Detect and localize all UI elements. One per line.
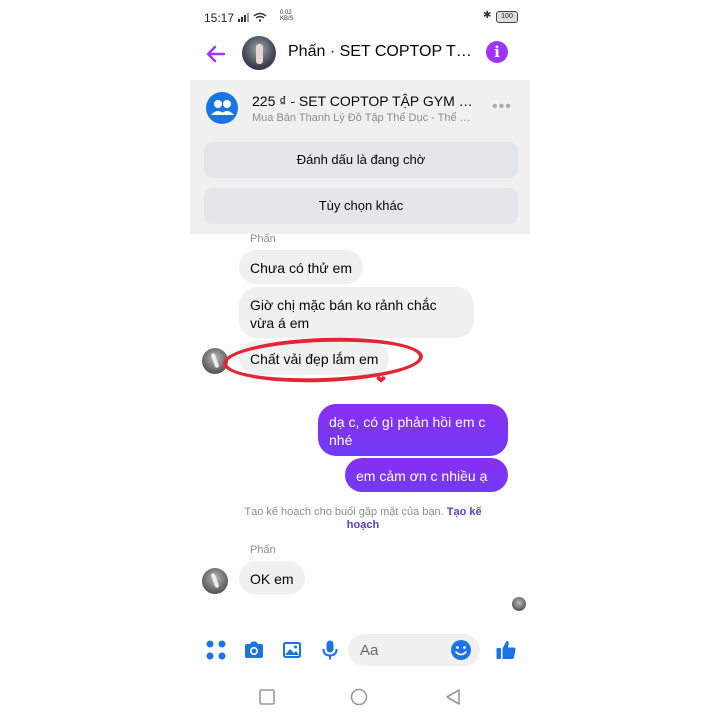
message-composer: [190, 630, 530, 670]
group-icon: [206, 92, 238, 124]
sent-message-bubble[interactable]: dạ c, có gì phản hồi em c nhé: [318, 404, 508, 456]
battery-indicator: 100: [496, 11, 518, 23]
sender-name: Phấn: [250, 544, 276, 556]
network-speed: 0.02 KB/S: [280, 10, 294, 22]
mark-pending-button[interactable]: Đánh dấu là đang chờ: [204, 142, 518, 178]
marketplace-listing-card: 225 ₫ - SET COPTOP TẬP GYM - YOGA Mua Bá…: [190, 80, 530, 234]
more-options-icon[interactable]: •••: [492, 98, 512, 116]
message-input[interactable]: [360, 634, 440, 666]
info-icon[interactable]: i: [486, 41, 508, 63]
microphone-icon[interactable]: [318, 638, 342, 662]
signal-icon: [238, 12, 267, 22]
message-bubble[interactable]: OK em: [239, 561, 305, 595]
messenger-screen: 15:17 0.02 KB/S ✱ 100 Phấn · SET COPTOP T…: [190, 0, 530, 720]
heart-reaction-icon[interactable]: ❤: [376, 373, 386, 387]
system-navigation-bar: [190, 680, 530, 714]
sender-avatar[interactable]: [202, 568, 228, 594]
status-bar: 15:17 0.02 KB/S ✱ 100: [190, 0, 530, 34]
bluetooth-icon: ✱: [483, 10, 492, 21]
thumbs-up-icon[interactable]: [494, 638, 518, 662]
more-options-button[interactable]: Tùy chọn khác: [204, 188, 518, 224]
emoji-icon[interactable]: [450, 639, 472, 661]
conversation-header: Phấn · SET COPTOP TẬP GYM - YOGA i: [190, 34, 530, 74]
seen-receipt-avatar: [512, 597, 526, 611]
message-bubble[interactable]: Giờ chị mặc bán ko rảnh chắc vừa á em: [239, 287, 474, 338]
camera-icon[interactable]: [242, 638, 266, 662]
meeting-plan-prompt: Tạo kế hoạch cho buổi gặp mặt của bạn. T…: [238, 506, 488, 532]
status-time: 15:17: [204, 11, 235, 25]
conversation-title[interactable]: Phấn · SET COPTOP TẬP GYM - YOGA: [288, 43, 473, 61]
recent-apps-icon[interactable]: [258, 688, 276, 706]
message-bubble[interactable]: Chưa có thử em: [239, 250, 364, 284]
contact-avatar[interactable]: [242, 36, 276, 70]
listing-group: Mua Bán Thanh Lý Đồ Tập Thể Dục - Thể Th…: [252, 112, 477, 124]
menu-dots-icon[interactable]: [204, 638, 228, 662]
back-nav-icon[interactable]: [444, 688, 462, 706]
sent-message-bubble[interactable]: em cảm ơn c nhiều ạ: [345, 458, 508, 492]
arrow-left-icon[interactable]: [204, 42, 228, 66]
home-icon[interactable]: [350, 688, 368, 706]
sender-name: Phấn: [250, 233, 276, 245]
image-icon[interactable]: [280, 638, 304, 662]
plan-text: Tạo kế hoạch cho buổi gặp mặt của bạn.: [244, 506, 444, 518]
message-input-box: [348, 634, 480, 666]
listing-title[interactable]: 225 ₫ - SET COPTOP TẬP GYM - YOGA: [252, 93, 477, 109]
